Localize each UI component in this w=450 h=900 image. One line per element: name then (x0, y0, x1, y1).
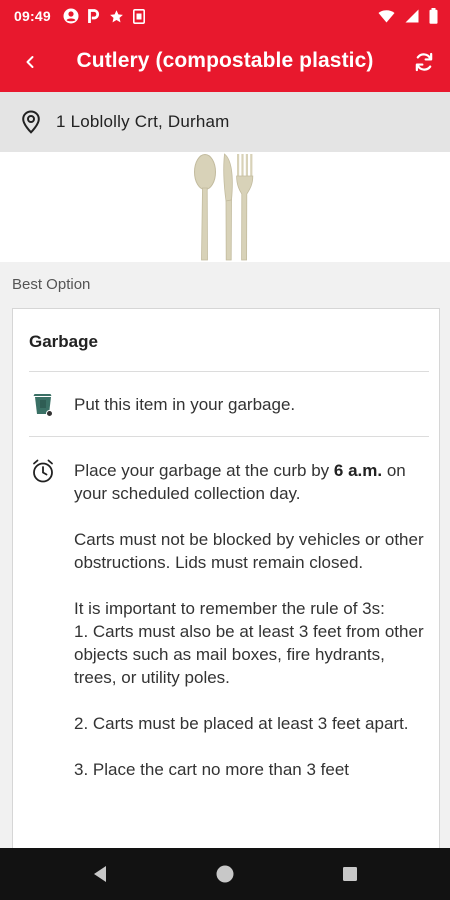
paragraph-text: It is important to remember the rule of … (74, 599, 385, 618)
signal-icon (405, 9, 419, 23)
status-bar: 09:49 (0, 0, 450, 32)
paragraph-text: 3. Place the cart no more than 3 feet (74, 760, 349, 779)
paragraph-text: 1. Carts must also be at least 3 feet fr… (74, 622, 424, 687)
paragraph-text: Place your garbage at the curb by (74, 461, 334, 480)
refresh-icon (415, 52, 433, 72)
garbage-cart-icon (31, 393, 55, 417)
collection-time: 6 a.m. (333, 461, 383, 480)
nav-recents-button[interactable] (338, 862, 362, 886)
refresh-button[interactable] (408, 46, 440, 78)
best-option-label: Best Option (12, 276, 91, 293)
item-image (0, 152, 450, 262)
back-triangle-icon (94, 866, 106, 882)
sim-card-icon (132, 8, 145, 24)
system-nav-bar (0, 848, 450, 900)
parking-p-icon (87, 8, 99, 23)
wifi-icon (378, 10, 395, 23)
paragraph-text: Carts must not be blocked by vehicles or… (74, 530, 424, 572)
page-title: Cutlery (compostable plastic) (76, 49, 374, 72)
app-bar: Cutlery (compostable plastic) (0, 32, 450, 92)
address-bar[interactable]: 1 Loblolly Crt, Durham (0, 92, 450, 152)
star-icon (109, 9, 123, 22)
cutlery-image (194, 153, 254, 261)
schedule-details: Place your garbage at the curb by 6 a.m.… (74, 459, 424, 804)
alarm-clock-icon (31, 459, 55, 483)
location-pin-icon (18, 109, 44, 135)
divider (29, 371, 429, 372)
nav-back-button[interactable] (88, 862, 112, 886)
home-circle-icon (216, 865, 234, 883)
address-text: 1 Loblolly Crt, Durham (56, 112, 230, 131)
status-icons-right (378, 8, 438, 24)
recents-square-icon (343, 867, 357, 881)
disposal-card: Garbage Put this item in your garbage. P… (12, 308, 440, 870)
status-icons-left (63, 8, 145, 24)
status-time: 09:49 (14, 8, 51, 24)
card-title: Garbage (29, 332, 98, 351)
rule-of-3s-paragraph: It is important to remember the rule of … (74, 597, 424, 689)
instruction-text: Put this item in your garbage. (74, 395, 296, 414)
divider (29, 436, 429, 437)
nav-home-button[interactable] (213, 862, 237, 886)
battery-icon (429, 8, 438, 24)
account-circle-icon (63, 8, 79, 24)
collection-time-paragraph: Place your garbage at the curb by 6 a.m.… (74, 459, 424, 505)
paragraph-text: 2. Carts must be placed at least 3 feet … (74, 714, 409, 733)
